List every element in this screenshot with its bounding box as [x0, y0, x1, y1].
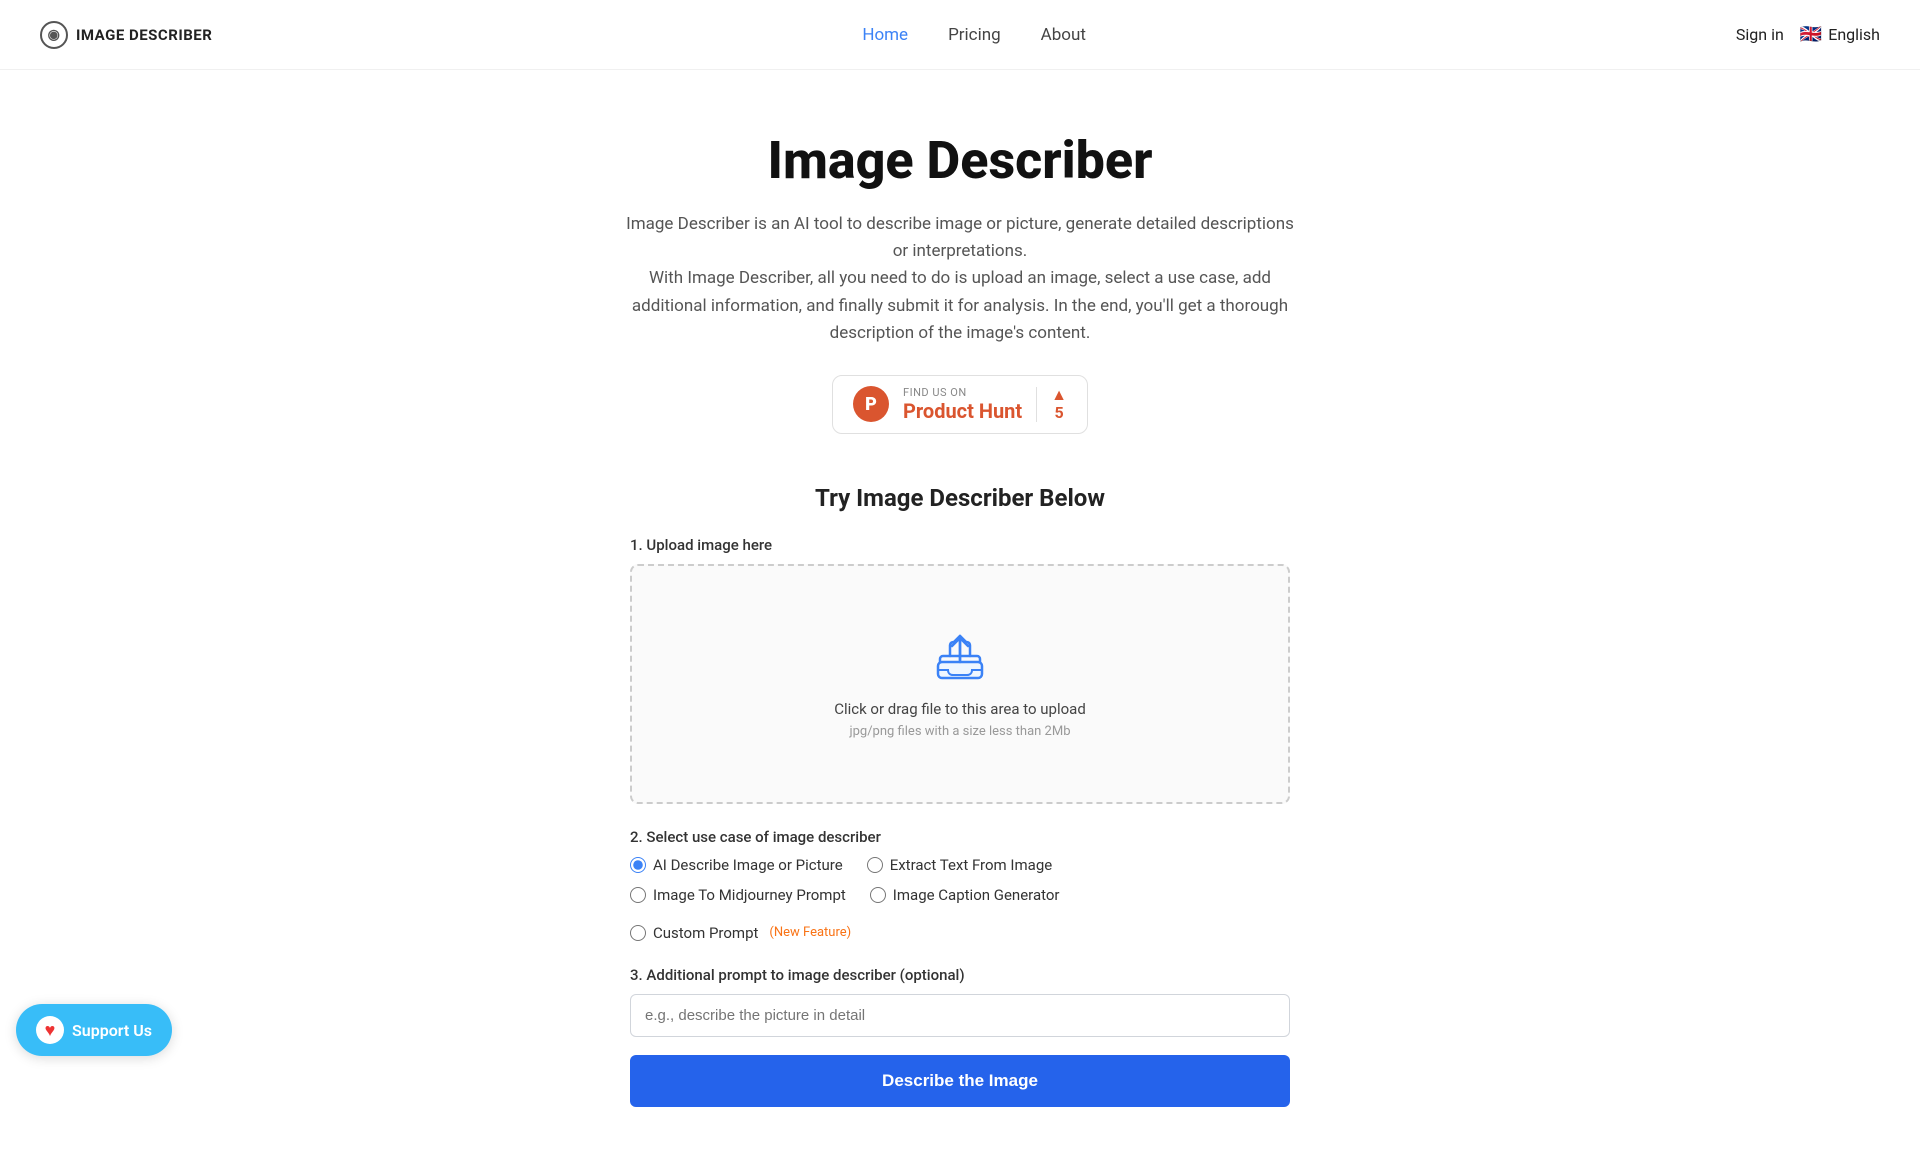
product-hunt-badge[interactable]: P FIND US ON Product Hunt ▲ 5 — [832, 375, 1088, 434]
ph-votes: ▲ 5 — [1036, 387, 1067, 422]
nav-right: Sign in 🇬🇧 English — [1736, 24, 1880, 45]
radio-caption[interactable]: Image Caption Generator — [870, 886, 1060, 904]
upload-click-label: Click or drag file to this area to uploa… — [834, 700, 1086, 718]
radio-midjourney[interactable]: Image To Midjourney Prompt — [630, 886, 846, 904]
radio-custom-input[interactable] — [630, 925, 646, 941]
radio-caption-input[interactable] — [870, 887, 886, 903]
support-label: Support Us — [72, 1021, 152, 1040]
radio-ai-describe-input[interactable] — [630, 857, 646, 873]
nav-pricing[interactable]: Pricing — [948, 25, 1001, 45]
radio-custom-label: Custom Prompt — [653, 924, 758, 942]
ph-logo-icon: P — [853, 386, 889, 422]
hero-description: Image Describer is an AI tool to describ… — [620, 211, 1300, 347]
upload-icon — [934, 628, 986, 684]
hero-section: Image Describer Image Describer is an AI… — [0, 70, 1920, 464]
step1-label: 1. Upload image here — [630, 536, 1290, 554]
nav-home[interactable]: Home — [862, 25, 908, 45]
submit-button[interactable]: Describe the Image — [630, 1055, 1290, 1107]
ph-name-label: Product Hunt — [903, 399, 1022, 423]
radio-extract-text-input[interactable] — [867, 857, 883, 873]
hero-title: Image Describer — [20, 130, 1900, 191]
radio-midjourney-label: Image To Midjourney Prompt — [653, 886, 846, 904]
language-label: English — [1828, 25, 1880, 44]
logo-text: IMAGE DESCRIBER — [76, 26, 212, 44]
new-feature-badge: (New Feature) — [769, 925, 851, 940]
language-selector[interactable]: 🇬🇧 English — [1800, 24, 1880, 45]
radio-custom[interactable]: Custom Prompt (New Feature) — [630, 924, 851, 942]
additional-prompt-input[interactable] — [630, 994, 1290, 1037]
flag-icon: 🇬🇧 — [1800, 24, 1822, 45]
upload-hint-label: jpg/png files with a size less than 2Mb — [849, 724, 1070, 739]
radio-midjourney-input[interactable] — [630, 887, 646, 903]
ph-vote-count: 5 — [1054, 403, 1063, 422]
nav-links: Home Pricing About — [862, 25, 1086, 45]
signin-link[interactable]: Sign in — [1736, 25, 1784, 44]
use-case-section: 2. Select use case of image describer AI… — [630, 828, 1290, 942]
logo[interactable]: ◉ IMAGE DESCRIBER — [40, 21, 212, 49]
additional-prompt-section: 3. Additional prompt to image describer … — [630, 966, 1290, 1037]
radio-ai-describe-label: AI Describe Image or Picture — [653, 856, 843, 874]
support-heart-icon: ♥ — [36, 1016, 64, 1044]
step3-label: 3. Additional prompt to image describer … — [630, 966, 1290, 984]
support-widget[interactable]: ♥ Support Us — [16, 1004, 172, 1056]
ph-text: FIND US ON Product Hunt — [903, 386, 1022, 423]
main-content: Try Image Describer Below 1. Upload imag… — [610, 464, 1310, 1167]
step2-label: 2. Select use case of image describer — [630, 828, 1290, 846]
radio-extract-text[interactable]: Extract Text From Image — [867, 856, 1053, 874]
upload-area[interactable]: Click or drag file to this area to uploa… — [630, 564, 1290, 804]
navbar: ◉ IMAGE DESCRIBER Home Pricing About Sig… — [0, 0, 1920, 70]
radio-ai-describe[interactable]: AI Describe Image or Picture — [630, 856, 843, 874]
radio-options: AI Describe Image or Picture Extract Tex… — [630, 856, 1290, 942]
try-title: Try Image Describer Below — [630, 484, 1290, 512]
radio-caption-label: Image Caption Generator — [893, 886, 1060, 904]
ph-find-label: FIND US ON — [903, 386, 1022, 399]
logo-icon: ◉ — [40, 21, 68, 49]
ph-arrow-icon: ▲ — [1051, 387, 1067, 403]
radio-extract-text-label: Extract Text From Image — [890, 856, 1053, 874]
nav-about[interactable]: About — [1041, 25, 1086, 45]
